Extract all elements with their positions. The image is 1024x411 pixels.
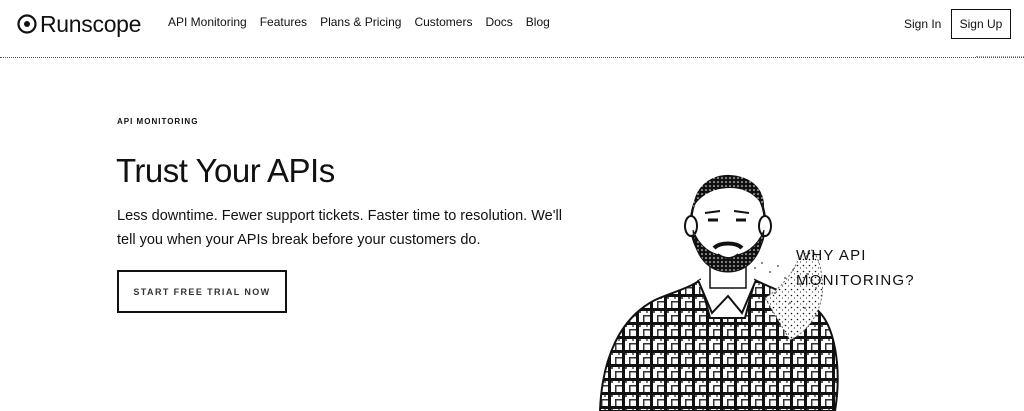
brand-logo[interactable]: Runscope <box>16 10 141 38</box>
main-nav: API Monitoring Features Plans & Pricing … <box>168 15 563 29</box>
start-free-trial-button[interactable]: START FREE TRIAL NOW <box>117 270 287 313</box>
why-api-monitoring-caption[interactable]: WHY API MONITORING? <box>796 243 915 293</box>
header-divider-accent <box>976 56 1024 57</box>
header-divider <box>0 57 1024 58</box>
nav-item-blog[interactable]: Blog <box>526 15 550 29</box>
sign-in-link[interactable]: Sign In <box>904 17 941 31</box>
hero-subtext: Less downtime. Fewer support tickets. Fa… <box>117 208 562 248</box>
hero-headline: Trust Your APIs <box>116 152 335 189</box>
nav-item-docs[interactable]: Docs <box>485 15 512 29</box>
nav-item-plans-pricing[interactable]: Plans & Pricing <box>320 15 401 29</box>
brand-name: Runscope <box>40 10 142 37</box>
target-logo-icon <box>17 14 37 34</box>
caption-line-1: WHY API <box>796 247 867 264</box>
page: Runscope API Monitoring Features Plans &… <box>0 0 1024 411</box>
hero-eyebrow: API MONITORING <box>117 117 199 126</box>
nav-item-features[interactable]: Features <box>260 15 307 29</box>
site-header: Runscope API Monitoring Features Plans &… <box>0 0 1024 56</box>
nav-item-api-monitoring[interactable]: API Monitoring <box>168 15 247 29</box>
nav-item-customers[interactable]: Customers <box>414 15 472 29</box>
caption-line-2: MONITORING? <box>796 272 915 289</box>
sign-up-button[interactable]: Sign Up <box>951 9 1011 39</box>
